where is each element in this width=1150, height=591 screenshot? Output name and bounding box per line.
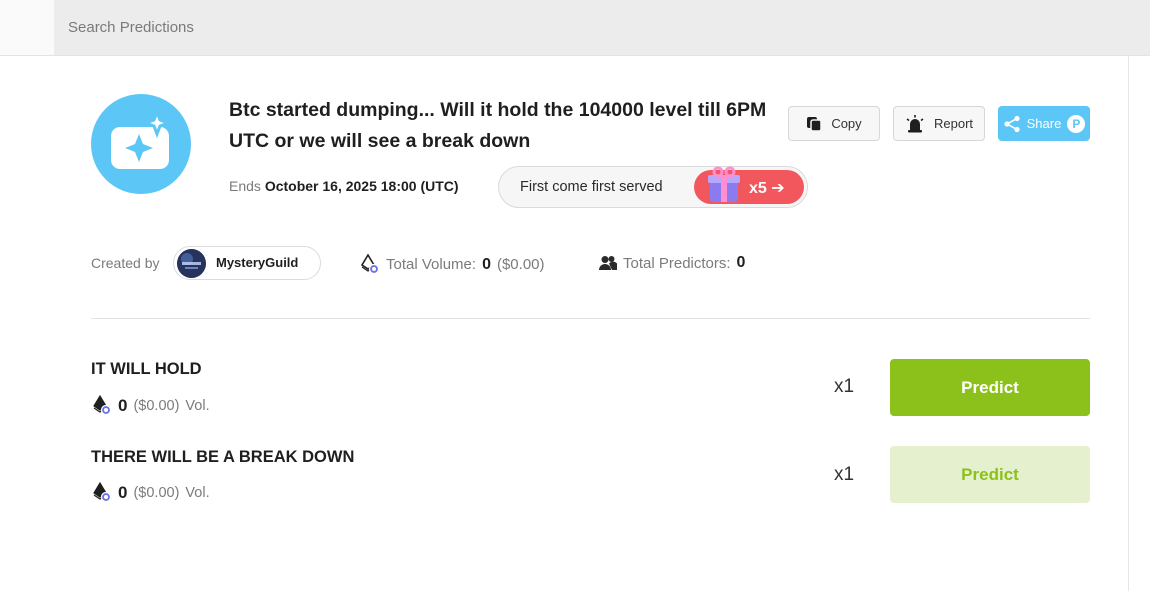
section-divider (91, 318, 1090, 319)
share-button[interactable]: Share P (998, 106, 1090, 141)
creator-avatar (177, 249, 206, 278)
option-volume-value: 0 (118, 482, 128, 502)
right-border (1128, 56, 1129, 591)
points-badge: P (1067, 114, 1086, 133)
report-button[interactable]: Report (893, 106, 985, 141)
copy-label: Copy (831, 116, 862, 131)
eth-icon (93, 482, 112, 503)
report-label: Report (933, 116, 974, 131)
search-input[interactable] (54, 0, 1150, 55)
copy-icon (807, 116, 823, 132)
copy-button[interactable]: Copy (788, 106, 880, 141)
creator-name: MysteryGuild (216, 255, 299, 270)
total-predictors-label: Total Predictors: (623, 254, 731, 272)
camera-sparkle-icon (111, 107, 173, 169)
end-date: Ends October 16, 2025 18:00 (UTC) (229, 178, 459, 194)
total-volume: Total Volume: 0 ($0.00) (359, 254, 545, 275)
created-by-label: Created by (91, 255, 160, 271)
first-come-badge[interactable]: First come first served x5 ➔ (498, 166, 808, 208)
predict-button[interactable]: Predict (890, 446, 1090, 503)
option-title: THERE WILL BE A BREAK DOWN (91, 448, 355, 466)
prediction-avatar (91, 94, 191, 194)
option-vol-label: Vol. (185, 397, 210, 414)
fcfs-multiplier: x5 ➔ (749, 180, 785, 197)
total-predictors-value: 0 (736, 254, 746, 271)
predict-button[interactable]: Predict (890, 359, 1090, 416)
gift-icon (708, 166, 740, 202)
option-volume: 0 ($0.00) Vol. (91, 395, 210, 416)
share-icon (1004, 115, 1020, 132)
total-volume-label: Total Volume: (386, 256, 477, 273)
fcfs-multiplier-pill[interactable]: x5 ➔ (694, 166, 804, 204)
option-volume-usd: ($0.00) (133, 484, 180, 501)
eth-icon (93, 395, 112, 416)
option-title: IT WILL HOLD (91, 360, 202, 378)
share-label: Share (1026, 116, 1062, 131)
option-volume: 0 ($0.00) Vol. (91, 482, 210, 503)
top-bar (0, 0, 1150, 56)
ends-label: Ends (229, 178, 261, 194)
siren-icon (906, 114, 924, 132)
users-icon (599, 256, 617, 270)
option-volume-usd: ($0.00) (133, 397, 180, 414)
ends-date: October 16, 2025 18:00 (UTC) (264, 178, 459, 194)
option-multiplier: x1 (834, 464, 855, 485)
total-volume-value: 0 (482, 255, 491, 273)
creator-chip[interactable]: MysteryGuild (173, 246, 321, 280)
option-multiplier: x1 (834, 376, 855, 397)
prediction-title: Btc started dumping... Will it hold the … (229, 99, 767, 152)
eth-icon (360, 254, 380, 275)
option-volume-value: 0 (118, 395, 128, 415)
option-vol-label: Vol. (185, 484, 210, 501)
total-volume-usd: ($0.00) (496, 256, 545, 273)
fcfs-label: First come first served (520, 179, 663, 195)
total-predictors: Total Predictors: 0 (599, 254, 745, 272)
top-bar-left (0, 0, 54, 55)
